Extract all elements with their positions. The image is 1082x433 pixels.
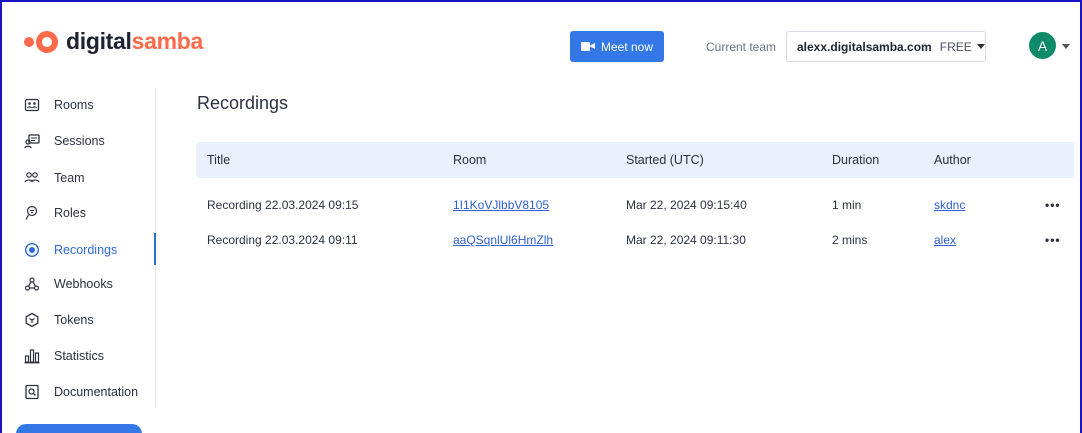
sidebar-item-label: Sessions [54, 134, 105, 148]
team-selector[interactable]: alexx.digitalsamba.com FREE [786, 31, 986, 62]
table-header: Title Room Started (UTC) Duration Author [196, 142, 1074, 178]
sessions-icon [24, 133, 40, 149]
page-title: Recordings [197, 93, 289, 113]
team-plan-badge: FREE [939, 39, 972, 54]
sidebar-item-statistics[interactable]: Statistics [24, 345, 155, 367]
meet-now-button[interactable]: Meet now [570, 31, 664, 62]
sidebar-item-rooms[interactable]: Rooms [24, 94, 155, 116]
author-link[interactable]: alex [934, 233, 956, 247]
brand-name: digitalsamba [66, 28, 203, 54]
table-row: Recording 22.03.2024 09:11 aaQSqnlUl6HmZ… [196, 213, 1074, 248]
rooms-icon [24, 97, 40, 113]
started-time: Mar 22, 2024 09:15:40 [626, 198, 747, 212]
column-header-duration[interactable]: Duration [832, 153, 879, 167]
sidebar-item-label: Webhooks [54, 277, 113, 291]
brand-logo[interactable]: digitalsamba [24, 28, 203, 55]
meet-now-label: Meet now [600, 39, 654, 54]
room-link[interactable]: aaQSqnlUl6HmZlh [453, 233, 553, 247]
roles-icon [24, 205, 40, 221]
sidebar-item-label: Recordings [54, 243, 118, 257]
webhooks-icon [24, 276, 40, 292]
sidebar-item-roles[interactable]: Roles [24, 202, 155, 224]
documentation-icon [24, 384, 40, 400]
sidebar-item-sessions[interactable]: Sessions [24, 130, 155, 152]
duration: 1 min [832, 198, 862, 212]
top-header: digitalsamba Meet now Current team alexx… [0, 0, 1082, 88]
column-header-started[interactable]: Started (UTC) [626, 153, 704, 167]
recordings-icon [24, 242, 40, 258]
sidebar-item-label: Roles [54, 206, 86, 220]
sidebar-item-label: Team [54, 171, 85, 185]
column-header-room[interactable]: Room [453, 153, 486, 167]
duration: 2 mins [832, 233, 868, 247]
sidebar-item-label: Tokens [54, 313, 94, 327]
sidebar: Rooms Sessions Team Roles Recordings Web… [0, 88, 156, 408]
logo-icon [24, 30, 58, 53]
recording-title: Recording 22.03.2024 09:11 [207, 233, 358, 247]
sidebar-item-tokens[interactable]: Tokens [24, 309, 155, 331]
chevron-down-icon[interactable] [1062, 44, 1070, 49]
room-link[interactable]: 1I1KoVJlbbV8105 [453, 198, 549, 212]
sidebar-item-label: Statistics [54, 349, 105, 363]
team-icon [24, 170, 40, 186]
started-time: Mar 22, 2024 09:11:30 [626, 233, 746, 247]
sidebar-item-team[interactable]: Team [24, 167, 155, 189]
recording-title: Recording 22.03.2024 09:15 [207, 198, 359, 212]
column-header-author[interactable]: Author [934, 153, 971, 167]
more-options-icon[interactable]: ••• [1045, 198, 1061, 212]
sidebar-item-label: Documentation [54, 385, 139, 399]
column-header-title[interactable]: Title [207, 153, 230, 167]
user-avatar[interactable]: A [1029, 32, 1056, 59]
statistics-icon [24, 348, 40, 364]
sidebar-item-label: Rooms [54, 98, 94, 112]
chevron-down-icon [976, 44, 985, 49]
table-row: Recording 22.03.2024 09:15 1I1KoVJlbbV81… [196, 178, 1074, 213]
sidebar-item-webhooks[interactable]: Webhooks [24, 273, 155, 295]
recordings-table: Title Room Started (UTC) Duration Author… [196, 142, 1074, 248]
video-camera-icon [580, 42, 595, 51]
tokens-icon [24, 312, 40, 328]
sidebar-item-recordings[interactable]: Recordings [24, 233, 156, 265]
team-name: alexx.digitalsamba.com [797, 39, 932, 54]
current-team-label: Current team [706, 40, 777, 54]
sidebar-item-documentation[interactable]: Documentation [24, 381, 155, 403]
more-options-icon[interactable]: ••• [1045, 233, 1061, 247]
sidebar-cta-button[interactable] [16, 424, 142, 433]
author-link[interactable]: skdnc [934, 198, 965, 212]
